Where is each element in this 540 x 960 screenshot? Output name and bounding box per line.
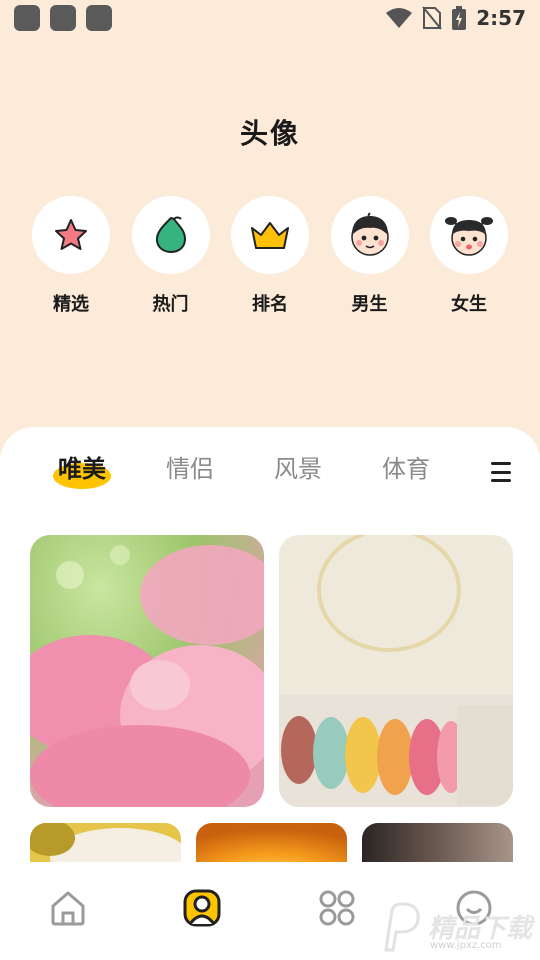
clock: 2:57 (476, 6, 526, 30)
watermark-logo-icon (384, 902, 420, 952)
watermark-url: www.jpxz.com (430, 940, 502, 951)
category-label: 女生 (451, 294, 487, 315)
tab-beautiful[interactable]: 唯美 (53, 449, 111, 489)
category-featured[interactable]: 精选 (32, 196, 110, 316)
tab-couple[interactable]: 情侣 (166, 449, 214, 489)
wifi-icon (386, 7, 413, 29)
category-label: 热门 (152, 294, 189, 315)
macarons-image (279, 535, 513, 807)
tab-label: 体育 (382, 455, 430, 483)
boy-face-icon (330, 196, 409, 274)
tab-bar: 唯美 情侣 风景 体育 (0, 449, 540, 499)
category-label: 排名 (252, 294, 288, 315)
crown-icon (231, 196, 309, 274)
notification-icon (14, 5, 40, 31)
category-girls[interactable]: 女生 (430, 196, 508, 316)
notification-icon (50, 5, 76, 31)
category-label: 男生 (351, 294, 388, 315)
watermark: 精品下载 www.jpxz.com (380, 900, 540, 960)
tab-label: 唯美 (58, 455, 106, 483)
pink-flowers-image (30, 535, 264, 807)
nav-apps[interactable] (317, 888, 357, 928)
nav-home[interactable] (48, 888, 88, 928)
tab-label: 情侣 (166, 455, 214, 483)
notification-icons (14, 5, 112, 31)
category-ranking[interactable]: 排名 (231, 196, 309, 316)
girl-face-icon (430, 196, 508, 274)
tab-label: 风景 (274, 455, 322, 483)
status-bar: 2:57 (0, 0, 540, 36)
home-icon (51, 891, 85, 926)
category-hot[interactable]: 热门 (131, 196, 210, 316)
star-icon (32, 196, 110, 274)
category-row: 精选 热门 排名 男生 女生 (32, 196, 508, 316)
apps-icon (319, 890, 355, 926)
leaf-icon (131, 196, 210, 274)
menu-icon[interactable] (491, 462, 511, 482)
category-boys[interactable]: 男生 (330, 196, 409, 316)
tab-scenery[interactable]: 风景 (274, 449, 322, 489)
page-title: 头像 (239, 117, 300, 150)
notification-icon (86, 5, 112, 31)
image-card[interactable] (30, 535, 264, 807)
battery-charging-icon (452, 6, 467, 30)
nav-avatar[interactable] (182, 888, 222, 928)
tab-sports[interactable]: 体育 (382, 449, 430, 489)
no-sim-icon (422, 6, 443, 30)
category-label: 精选 (53, 294, 89, 315)
image-card[interactable] (279, 535, 513, 807)
avatar-icon (183, 889, 221, 927)
